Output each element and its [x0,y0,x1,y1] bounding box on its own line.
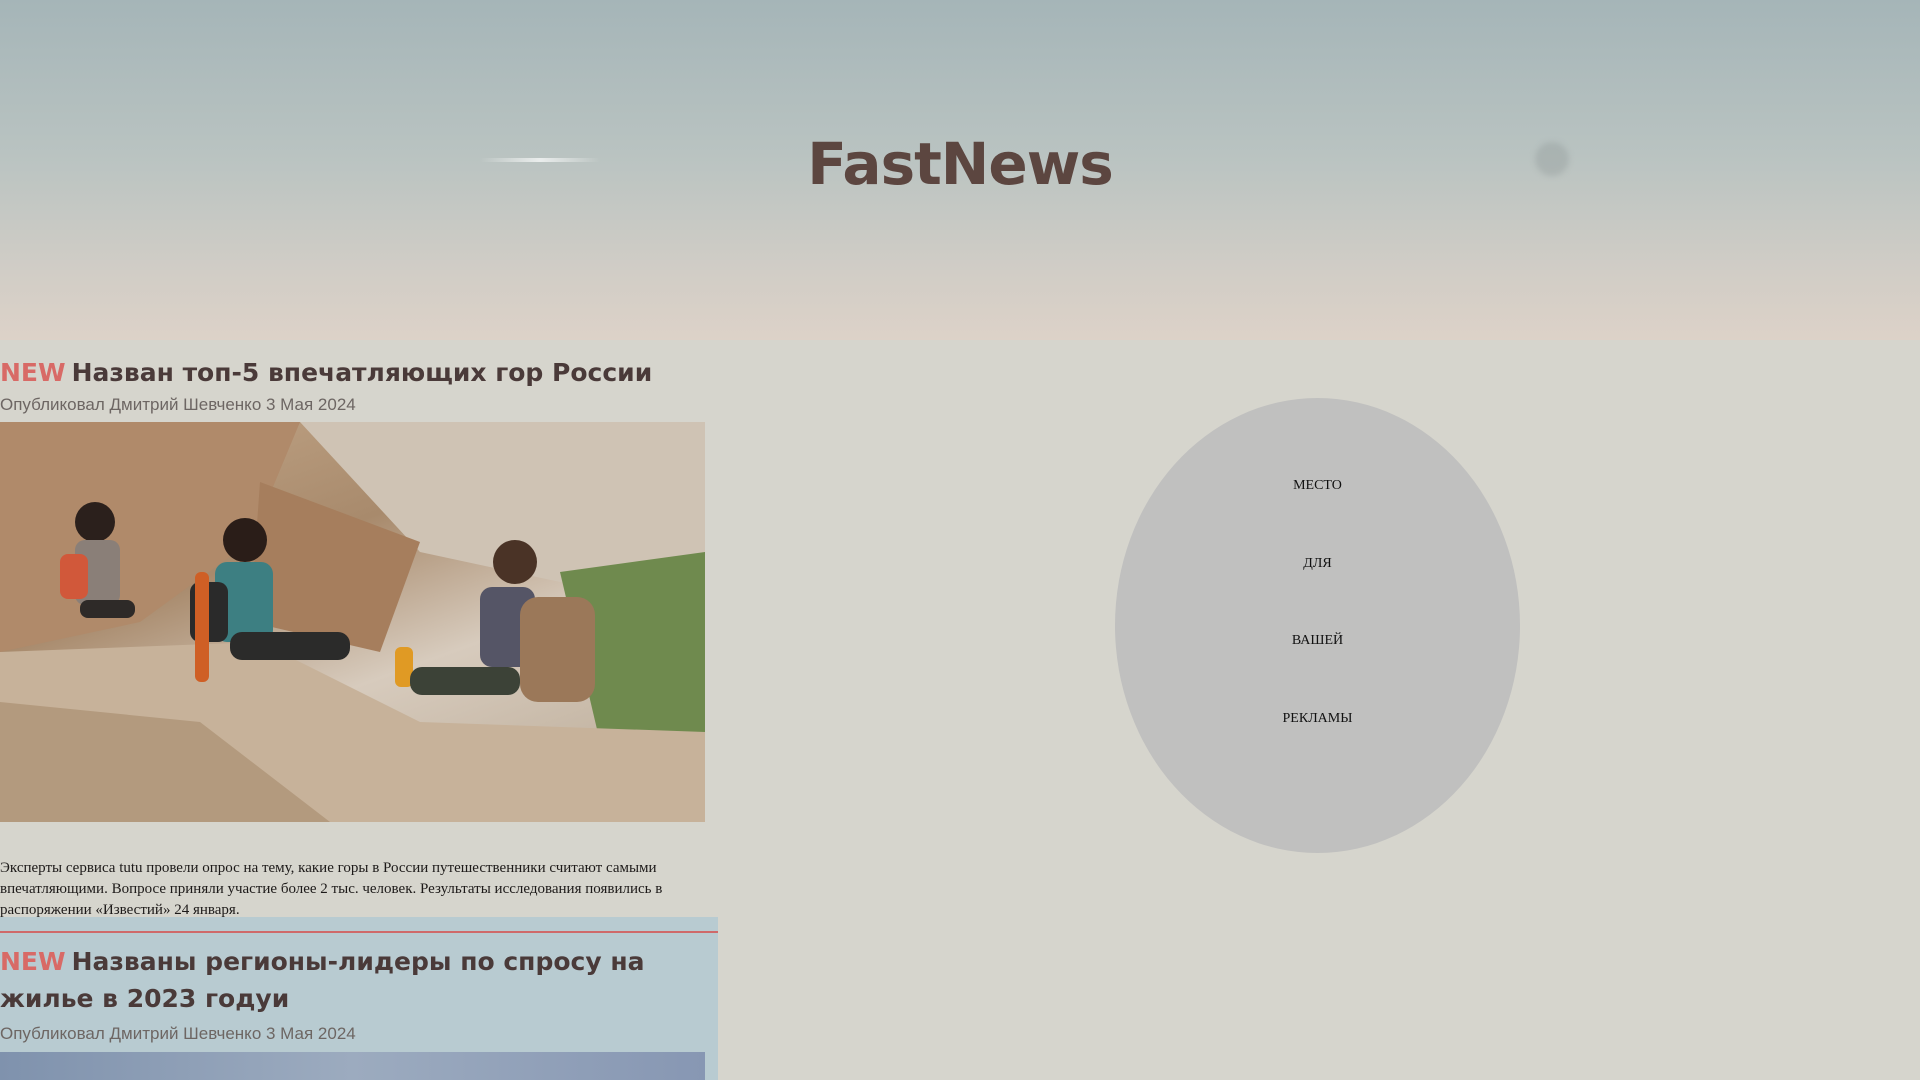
page: FastNews NEW Назван топ-5 впечатляющих го… [0,0,1920,1080]
ad-word: РЕКЛАМЫ [1282,711,1353,726]
site-header: FastNews [0,0,1920,340]
article-byline: Опубликовал Дмитрий Шевченко 3 Мая 2024 [0,395,356,414]
site-title[interactable]: FastNews [0,130,1920,198]
ad-word: ВАШЕЙ [1291,633,1344,648]
article-headline[interactable]: NEW Назван топ-5 впечатляющих гор России [0,354,705,391]
article-card[interactable]: NEW Названы регионы-лидеры по спросу на ж… [0,917,718,1080]
article-title[interactable]: Названы регионы-лидеры по спросу на жиль… [0,947,645,1013]
article-byline: Опубликовал Дмитрий Шевченко 3 Мая 2024 [0,1024,356,1043]
new-badge: NEW [0,358,66,387]
article-title[interactable]: Назван топ-5 впечатляющих гор России [72,358,653,387]
new-badge: NEW [0,947,66,976]
article-photo[interactable] [0,1052,705,1080]
ad-word: МЕСТО [1293,478,1342,493]
article-photo[interactable] [0,422,705,822]
hikers-photo-illustration [0,422,705,822]
article-headline[interactable]: NEW Названы регионы-лидеры по спросу на ж… [0,943,712,1017]
article-card[interactable]: NEW Назван топ-5 впечатляющих гор России … [0,340,705,918]
ad-placeholder[interactable]: МЕСТО ДЛЯ ВАШЕЙ РЕКЛАМЫ [1115,398,1520,853]
article-summary: Эксперты сервиса tutu провели опрос на т… [0,860,663,918]
ad-word: ДЛЯ [1303,556,1332,571]
